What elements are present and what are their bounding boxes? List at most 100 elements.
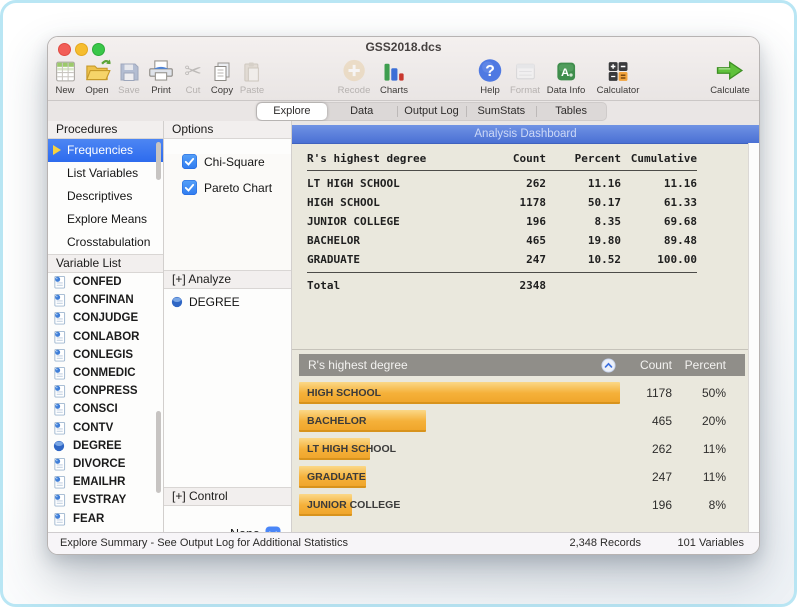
variable-conlabor[interactable]: CONLABOR [48,328,163,346]
tab-explore[interactable]: Explore [257,103,327,120]
toolbar-label: Copy [210,85,234,96]
toolbar-label: Print [148,85,175,96]
check-icon [183,181,196,194]
procedure-crosstabulation[interactable]: Crosstabulation [48,231,163,254]
calculator-button[interactable]: Calculator [597,56,640,96]
table-cell: Count [474,151,546,167]
variable-conjudge[interactable]: CONJUDGE [48,309,163,327]
check-icon [183,155,196,168]
copy-button[interactable]: Copy [210,56,234,96]
print-button[interactable]: Print [148,56,175,96]
table-cell: BACHELOR [307,231,474,250]
variable-sphere-icon [171,296,183,308]
analyze-variable-degree[interactable]: DEGREE [171,295,291,309]
records-count: 2,348 Records [569,533,641,554]
tab-output-log[interactable]: Output Log [397,103,467,120]
toolbar: NewOpenSavePrint✂CutCopyPasteRecodeChart… [48,56,759,100]
sort-button[interactable] [601,358,616,373]
copy-pages-icon [210,56,234,84]
table-cell: LT HIGH SCHOOL [307,174,474,193]
table-cell: R's highest degree [307,151,474,167]
option-row-chi-square: Chi-Square [182,154,291,169]
toolbar-label: Calculator [597,85,640,96]
format-window-icon [510,56,540,84]
bar-label: LT HIGH SCHOOL [307,438,396,460]
procedures-scrollbar-thumb[interactable] [156,142,161,180]
new-button[interactable]: New [53,56,78,96]
tab-data[interactable]: Data [327,103,397,120]
toolbar-label: Data Info [547,85,586,96]
variable-degree[interactable]: DEGREE [48,437,163,455]
variable-label: CONFINAN [73,294,134,306]
pareto-chart: R's highest degree Count Percent HIGH SC… [292,349,759,532]
calculate-button[interactable]: Calculate [710,56,750,96]
tab-sumstats[interactable]: SumStats [466,103,536,120]
table-cell: 89.48 [621,231,697,250]
table-header-row: R's highest degreeCountPercentCumulative [307,151,697,167]
variable-confed[interactable]: CONFED [48,273,163,291]
variables-scrollbar-thumb[interactable] [156,411,161,493]
option-row-pareto-chart: Pareto Chart [182,180,291,195]
tab-tables[interactable]: Tables [536,103,606,120]
bar-percent: 20% [672,414,726,428]
variable-conlegis[interactable]: CONLEGIS [48,346,163,364]
variable-consci[interactable]: CONSCI [48,400,163,418]
checkbox-chi-square[interactable] [182,154,197,169]
minimize-button[interactable] [75,43,88,56]
variable-evstray[interactable]: EVSTRAY [48,491,163,509]
toolbar-label: Open [84,85,111,96]
variable-fear[interactable]: FEAR [48,509,163,527]
variable-confinan[interactable]: CONFINAN [48,291,163,309]
variable-emailhr[interactable]: EMAILHR [48,473,163,491]
datainfo-button[interactable]: AData Info [547,56,586,96]
variable-divorce[interactable]: DIVORCE [48,455,163,473]
screenshot-frame: GSS2018.dcs NewOpenSavePrint✂CutCopyPast… [0,0,797,607]
open-button[interactable]: Open [84,56,111,96]
toolbar-label: Format [510,85,540,96]
bar-zone: LT HIGH SCHOOL [299,438,620,460]
analyze-header: [+] Analyze [164,270,291,289]
bar-label: BACHELOR [307,410,367,432]
main-scrollbar[interactable] [748,143,759,532]
bar-percent: 8% [672,498,726,512]
bar-percent: 11% [672,442,726,456]
table-row: BACHELOR46519.8089.48 [307,231,697,250]
procedure-descriptives[interactable]: Descriptives [48,185,163,208]
procedures-panel: Procedures FrequenciesList VariablesDesc… [48,121,164,532]
zoom-button[interactable] [92,43,105,56]
table-cell: 465 [474,231,546,250]
selected-arrow-icon [53,145,61,155]
table-cell: 11.16 [546,174,621,193]
recode-plus-icon [338,56,371,84]
app-window: GSS2018.dcs NewOpenSavePrint✂CutCopyPast… [47,36,760,555]
charts-button[interactable]: Charts [380,56,408,96]
save-button: Save [117,56,141,96]
variable-doc-icon [53,457,66,471]
toolbar-label: Help [477,85,504,96]
variable-conmedic[interactable]: CONMEDIC [48,364,163,382]
tab-control: ExploreDataOutput LogSumStatsTables [256,102,607,121]
help-button[interactable]: ?Help [477,56,504,96]
variable-contv[interactable]: CONTV [48,419,163,437]
close-button[interactable] [58,43,71,56]
options-header: Options [164,121,291,139]
procedure-frequencies[interactable]: Frequencies [48,139,163,162]
variable-label: EVSTRAY [73,494,126,506]
checkbox-pareto-chart[interactable] [182,180,197,195]
bar-count: 247 [620,470,672,484]
printer-icon [148,56,175,84]
toolbar-label: Cut [184,85,202,96]
procedure-list-variables[interactable]: List Variables [48,162,163,185]
procedure-explore-means[interactable]: Explore Means [48,208,163,231]
recode-button: Recode [338,56,371,96]
option-label: Pareto Chart [204,181,272,195]
variable-doc-icon [53,493,66,507]
options-panel: Options Chi-Square Pareto Chart [+] Analy… [164,121,292,532]
variable-conpress[interactable]: CONPRESS [48,382,163,400]
variable-doc-icon [53,402,66,416]
table-cell: 10.52 [546,250,621,269]
chart-header-title: R's highest degree [299,358,601,372]
open-folder-icon [84,56,111,84]
format-button: Format [510,56,540,96]
analyze-variable-label: DEGREE [189,295,240,309]
